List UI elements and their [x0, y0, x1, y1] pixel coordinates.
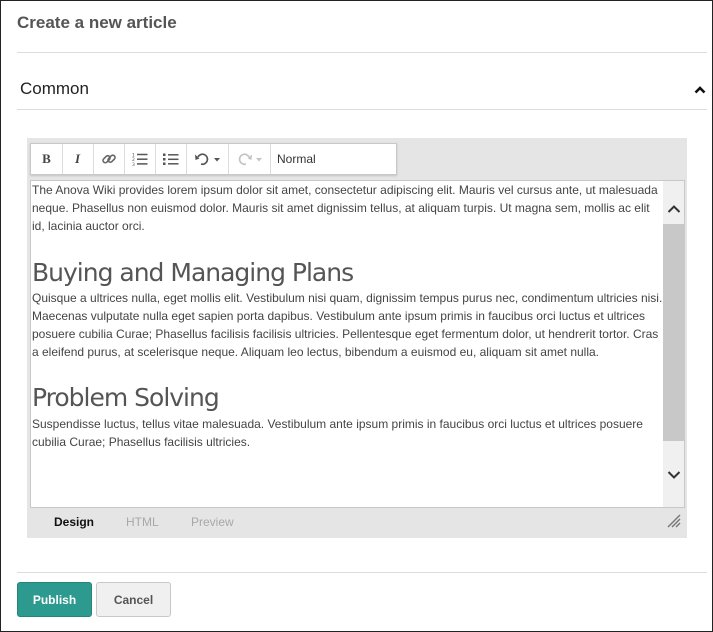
scrollbar-thumb[interactable]: [663, 224, 684, 441]
bold-button[interactable]: B: [31, 144, 63, 174]
link-icon: [101, 154, 116, 164]
undo-button[interactable]: [186, 144, 229, 174]
chevron-up-icon: [667, 205, 680, 213]
divider: [17, 109, 707, 110]
chevron-down-icon: [667, 471, 680, 479]
chevron-up-icon[interactable]: [694, 84, 706, 96]
rich-text-editor: B I 1 2 3 Normal The Anova Wiki provides…: [27, 138, 687, 538]
editor-toolbar: B I 1 2 3 Normal: [30, 143, 397, 175]
bold-icon: B: [42, 151, 51, 166]
unordered-list-button[interactable]: [155, 144, 187, 174]
paragraph-format-select[interactable]: Normal: [270, 144, 396, 174]
editor-mode-tabs: Design HTML Preview: [27, 510, 687, 534]
vertical-scrollbar[interactable]: [663, 181, 684, 507]
paragraph: Suspendisse luctus, tellus vitae malesua…: [32, 417, 643, 449]
cancel-button[interactable]: Cancel: [96, 582, 171, 617]
tab-preview[interactable]: Preview: [191, 515, 234, 529]
undo-icon: [195, 153, 220, 166]
italic-icon: I: [74, 151, 81, 166]
link-button[interactable]: [93, 144, 125, 174]
heading: Problem Solving: [32, 383, 220, 412]
svg-text:3: 3: [132, 162, 135, 166]
tab-html[interactable]: HTML: [126, 515, 159, 529]
publish-button[interactable]: Publish: [17, 582, 92, 617]
editor-body[interactable]: The Anova Wiki provides lorem ipsum dolo…: [31, 181, 664, 451]
section-header-common[interactable]: Common: [20, 79, 708, 103]
divider: [17, 572, 707, 573]
scroll-down-button[interactable]: [663, 465, 684, 485]
ordered-list-button[interactable]: 1 2 3: [124, 144, 156, 174]
resize-grip-icon[interactable]: [665, 512, 681, 528]
unordered-list-icon: [162, 153, 178, 165]
section-title: Common: [20, 79, 89, 98]
editor-content[interactable]: The Anova Wiki provides lorem ipsum dolo…: [30, 180, 685, 508]
heading: Buying and Managing Plans: [32, 258, 354, 287]
paragraph: The Anova Wiki provides lorem ipsum dolo…: [32, 183, 658, 233]
scroll-up-button[interactable]: [663, 199, 684, 219]
page-title: Create a new article: [17, 13, 177, 32]
ordered-list-icon: 1 2 3: [132, 153, 147, 166]
paragraph: Quisque a ultrices nulla, eget mollis el…: [32, 291, 663, 359]
italic-button[interactable]: I: [62, 144, 94, 174]
tab-design[interactable]: Design: [54, 515, 94, 529]
redo-icon: [238, 153, 262, 166]
divider: [17, 52, 707, 53]
redo-button[interactable]: [228, 144, 271, 174]
